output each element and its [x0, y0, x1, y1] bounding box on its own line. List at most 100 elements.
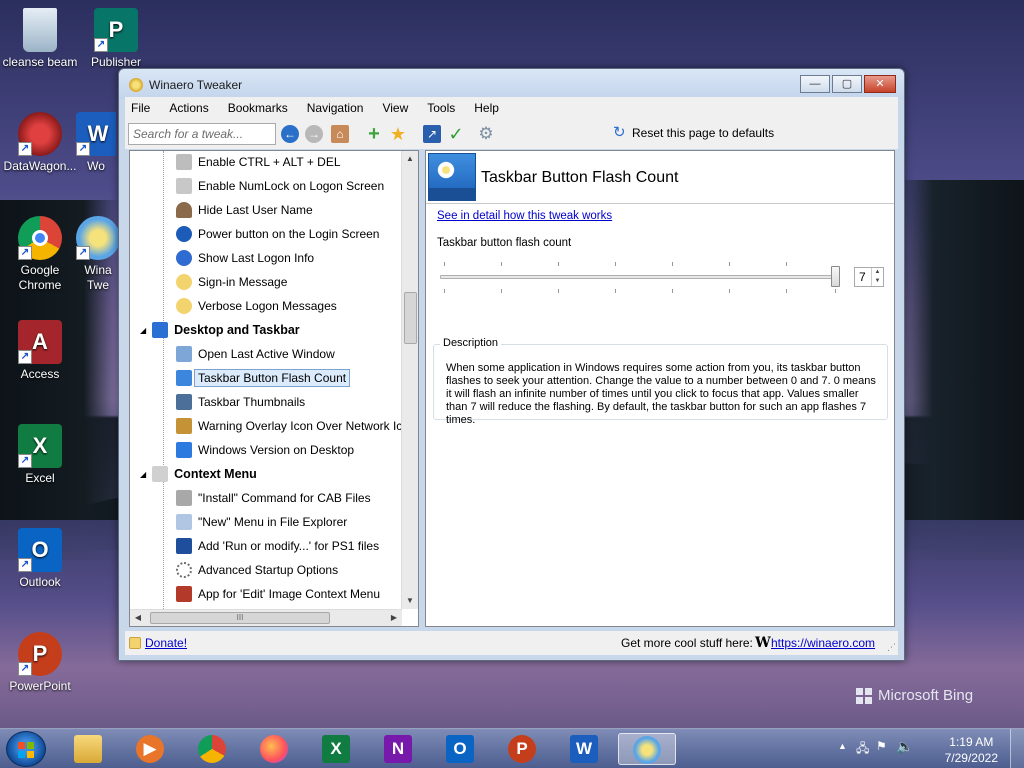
menu-view[interactable]: View: [382, 101, 408, 115]
search-input[interactable]: Search for a tweak...: [128, 123, 276, 145]
taskbar-word[interactable]: W: [564, 733, 604, 765]
minimize-button[interactable]: —: [800, 75, 830, 93]
tree-category-desktop-and-taskbar[interactable]: ◢ Desktop and Taskbar: [140, 318, 300, 342]
tree-item[interactable]: Warning Overlay Icon Over Network Icon i…: [176, 414, 418, 438]
taskbar-onenote[interactable]: N: [378, 733, 418, 765]
menu-file[interactable]: File: [131, 101, 150, 115]
flash-count-slider[interactable]: [440, 260, 844, 296]
tree-item[interactable]: Verbose Logon Messages: [176, 294, 337, 318]
tree-item[interactable]: "Install" Command for CAB Files: [176, 486, 371, 510]
desktop-icon-chrome[interactable]: ↗ Google Chrome: [0, 216, 80, 293]
desktop-icon-access[interactable]: A ↗ Access: [0, 320, 80, 382]
show-hidden-icons-icon[interactable]: ▲: [838, 741, 847, 751]
home-icon[interactable]: ⌂: [331, 125, 349, 143]
spin-down-icon[interactable]: ▼: [872, 277, 883, 286]
menu-help[interactable]: Help: [474, 101, 499, 115]
donate-link[interactable]: Donate!: [145, 636, 187, 650]
menu-actions[interactable]: Actions: [169, 101, 208, 115]
taskbar-excel[interactable]: X: [316, 733, 356, 765]
tree-item[interactable]: Windows Version on Desktop: [176, 438, 354, 462]
tree-item[interactable]: Hide Last User Name: [176, 198, 313, 222]
taskbar-media-player[interactable]: ▶: [130, 733, 170, 765]
tree-item[interactable]: Enable CTRL + ALT + DEL: [176, 151, 341, 174]
tree-item[interactable]: Sign-in Message: [176, 270, 287, 294]
bookmarks-star-icon[interactable]: ★: [389, 125, 407, 143]
outlook-icon: O: [446, 735, 474, 763]
flash-count-spinner[interactable]: 7 ▲ ▼: [854, 267, 884, 287]
word-icon: W: [570, 735, 598, 763]
tree-item-selected[interactable]: Taskbar Button Flash Count: [176, 366, 351, 390]
tree-item[interactable]: Taskbar Thumbnails: [176, 390, 305, 414]
resize-grip-icon[interactable]: ⋰: [887, 642, 896, 653]
desktop-icon-word[interactable]: W ↗ Wo: [76, 112, 116, 174]
tree-item[interactable]: Show Last Logon Info: [176, 246, 314, 270]
tweak-header: Taskbar Button Flash Count: [426, 151, 894, 204]
taskbar-winaero-tweaker[interactable]: [618, 733, 676, 765]
menu-bookmarks[interactable]: Bookmarks: [228, 101, 288, 115]
tree-item[interactable]: Advanced Startup Options: [176, 558, 338, 582]
start-button[interactable]: [6, 731, 46, 767]
desktop-icon-recycle-bin[interactable]: cleanse beam: [0, 8, 80, 70]
forward-icon[interactable]: →: [305, 125, 323, 143]
spinner-value[interactable]: 7: [859, 270, 866, 284]
taskbar-firefox[interactable]: [254, 733, 294, 765]
collapse-arrow-icon[interactable]: ◢: [140, 470, 146, 479]
reset-page-button[interactable]: ↻ Reset this page to defaults: [613, 124, 774, 141]
winaero-url-link[interactable]: https://winaero.com: [771, 636, 875, 650]
desktop-icon-outlook[interactable]: O ↗ Outlook: [0, 528, 80, 590]
scrollbar-thumb[interactable]: III: [150, 612, 330, 624]
menu-navigation[interactable]: Navigation: [307, 101, 364, 115]
add-bookmark-icon[interactable]: +: [365, 124, 383, 144]
maximize-button[interactable]: ▢: [832, 75, 862, 93]
scroll-right-icon[interactable]: ▶: [386, 610, 402, 626]
apply-check-icon[interactable]: ✓: [447, 125, 465, 143]
close-button[interactable]: ✕: [864, 75, 896, 93]
scroll-up-icon[interactable]: ▲: [402, 151, 418, 167]
desktop-icon-winaero-tweaker[interactable]: ↗ Wina Twe: [76, 216, 120, 293]
scrollbar-thumb[interactable]: [404, 292, 417, 344]
tree-horizontal-scrollbar[interactable]: ◀ III ▶: [130, 609, 402, 626]
tree-vertical-scrollbar[interactable]: ▲ ▼: [401, 151, 418, 609]
taskbar-chrome[interactable]: [192, 733, 232, 765]
back-icon[interactable]: ←: [281, 125, 299, 143]
shortcut-icon[interactable]: ↗: [423, 125, 441, 143]
new-menu-icon: [176, 514, 192, 530]
tree-item[interactable]: Open Last Active Window: [176, 342, 335, 366]
taskbar-file-explorer[interactable]: [68, 733, 108, 765]
volume-icon[interactable]: 🔈: [896, 738, 913, 755]
scroll-down-icon[interactable]: ▼: [402, 593, 418, 609]
slider-knob[interactable]: [831, 266, 840, 287]
tree-category-context-menu[interactable]: ◢ Context Menu: [140, 462, 257, 486]
image-edit-icon: [176, 586, 192, 602]
title-bar[interactable]: Winaero Tweaker — ▢ ✕: [119, 69, 904, 99]
settings-gear-icon[interactable]: ⚙: [477, 125, 495, 143]
detail-link[interactable]: See in detail how this tweak works: [437, 210, 612, 222]
taskbar-outlook[interactable]: O: [440, 733, 480, 765]
taskbar: ▶ X N O P W ▲ 🖧 ⚑ 🔈 1:19 AM 7/29/2022: [0, 728, 1024, 768]
desktop-icon-powerpoint[interactable]: P ↗ PowerPoint: [0, 632, 80, 694]
desktop-icon-excel[interactable]: X ↗ Excel: [0, 424, 80, 486]
scroll-left-icon[interactable]: ◀: [130, 610, 146, 626]
tree-item[interactable]: Add 'Run or modify...' for PS1 files: [176, 534, 379, 558]
tree-item[interactable]: Power button on the Login Screen: [176, 222, 379, 246]
firefox-icon: [260, 735, 288, 763]
message-icon: [176, 274, 192, 290]
tree-item[interactable]: App for 'Edit' Image Context Menu: [176, 582, 380, 606]
slider-track[interactable]: [440, 275, 840, 279]
collapse-arrow-icon[interactable]: ◢: [140, 326, 146, 335]
network-icon[interactable]: 🖧: [856, 739, 869, 760]
menu-tools[interactable]: Tools: [427, 101, 455, 115]
tweak-content-panel: Taskbar Button Flash Count See in detail…: [425, 150, 895, 627]
spin-up-icon[interactable]: ▲: [872, 268, 883, 277]
reset-icon: ↻: [613, 124, 626, 141]
recycle-bin-icon: [23, 8, 57, 52]
show-desktop-button[interactable]: [1010, 729, 1024, 768]
onenote-icon: N: [384, 735, 412, 763]
tree-item[interactable]: Enable NumLock on Logon Screen: [176, 174, 384, 198]
taskbar-powerpoint[interactable]: P: [502, 733, 542, 765]
clock[interactable]: 1:19 AM 7/29/2022: [945, 734, 998, 766]
action-center-flag-icon[interactable]: ⚑: [876, 739, 887, 753]
desktop-icon-datawagon[interactable]: ↗ DataWagon...: [0, 112, 80, 174]
desktop-icon-publisher[interactable]: P ↗ Publisher: [76, 8, 156, 70]
tree-item[interactable]: "New" Menu in File Explorer: [176, 510, 347, 534]
